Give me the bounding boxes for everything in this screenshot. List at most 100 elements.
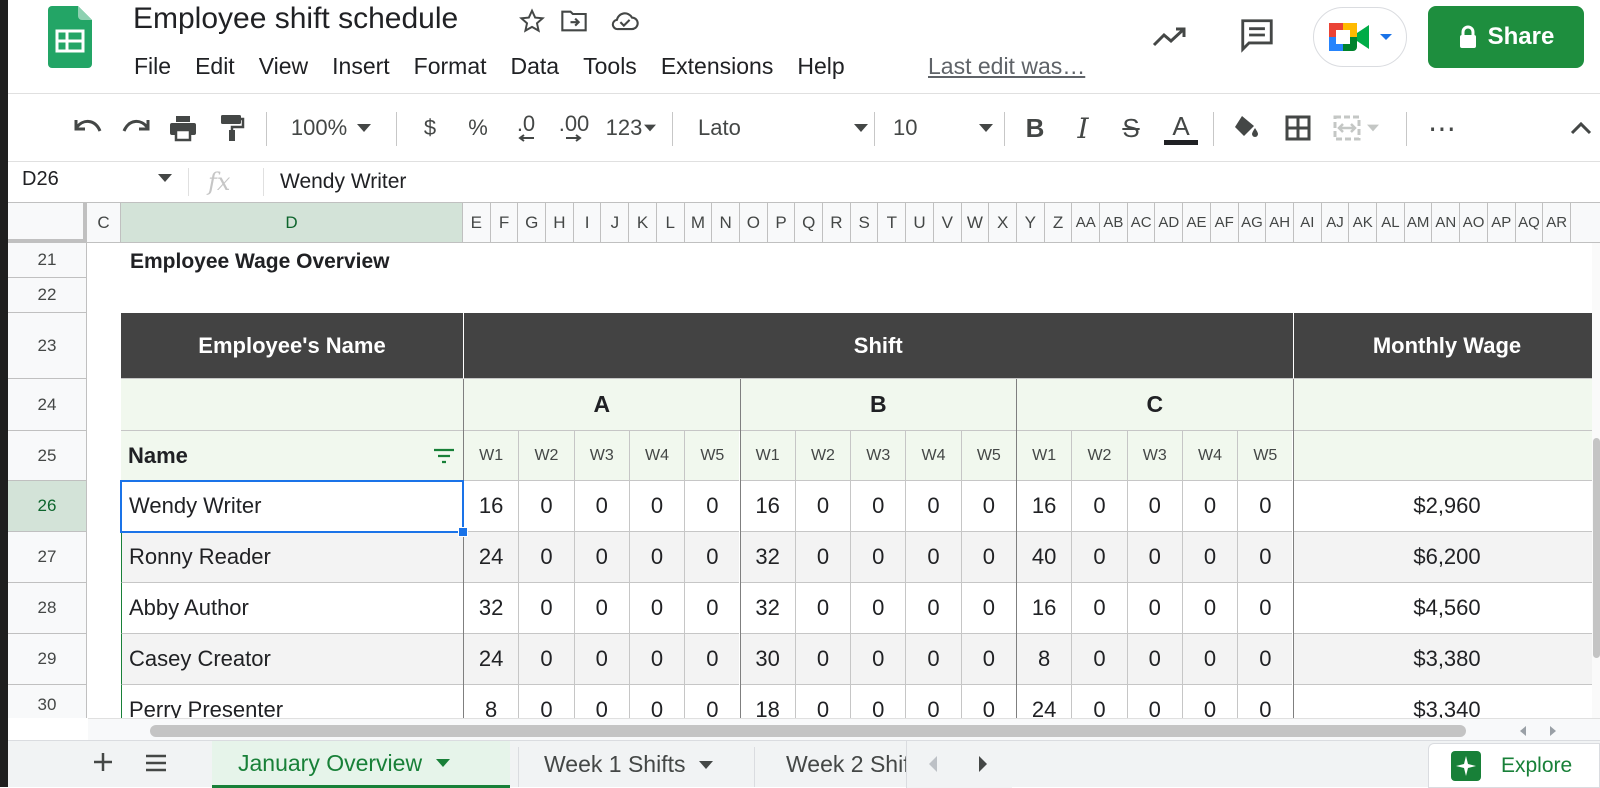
meet-button[interactable]: [1313, 7, 1407, 67]
hours-cell[interactable]: 16: [463, 481, 519, 532]
menu-edit[interactable]: Edit: [183, 48, 247, 84]
hours-cell[interactable]: 0: [1071, 532, 1127, 583]
employee-name-cell[interactable]: Ronny Reader: [121, 532, 463, 583]
hours-cell[interactable]: 0: [1126, 481, 1182, 532]
all-sheets-icon[interactable]: [144, 752, 168, 779]
star-icon[interactable]: [515, 4, 549, 38]
hours-cell[interactable]: 0: [1237, 532, 1293, 583]
hours-cell[interactable]: 0: [794, 532, 851, 583]
week-header-b-w5[interactable]: W5: [960, 431, 1016, 481]
row-header-28[interactable]: 28: [8, 583, 86, 634]
fill-color-icon[interactable]: [1224, 106, 1268, 150]
sheet-tab-week-1[interactable]: Week 1 Shifts: [518, 741, 748, 788]
vertical-scroll-thumb[interactable]: [1593, 438, 1600, 658]
hours-cell[interactable]: 0: [1237, 685, 1292, 718]
formula-input[interactable]: Wendy Writer: [280, 162, 406, 202]
column-header-c[interactable]: C: [87, 203, 121, 242]
menu-data[interactable]: Data: [499, 48, 572, 84]
hours-cell[interactable]: 0: [1237, 481, 1293, 532]
hours-cell[interactable]: 0: [850, 685, 905, 718]
hours-cell[interactable]: 0: [684, 634, 740, 685]
filter-icon[interactable]: [433, 448, 455, 464]
hours-cell[interactable]: 0: [684, 583, 740, 634]
hours-cell[interactable]: 0: [1071, 583, 1127, 634]
activity-trend-icon[interactable]: [1148, 15, 1192, 59]
row-header-22[interactable]: 22: [8, 278, 86, 313]
shift-group-c[interactable]: C: [1016, 379, 1293, 431]
hours-cell[interactable]: 8: [463, 685, 518, 718]
hours-cell[interactable]: 0: [794, 481, 851, 532]
number-format-select[interactable]: 123: [600, 106, 662, 150]
comments-icon[interactable]: [1235, 13, 1279, 57]
employee-name-cell[interactable]: Perry Presenter: [121, 685, 463, 718]
column-header-q[interactable]: Q: [795, 203, 824, 242]
column-header-n[interactable]: N: [712, 203, 740, 242]
hours-cell[interactable]: 24: [463, 532, 519, 583]
column-header-g[interactable]: G: [518, 203, 547, 242]
sheet-tab-week-2[interactable]: Week 2 Shifts: [760, 741, 906, 788]
tab-scroll-left-icon[interactable]: [927, 755, 939, 773]
column-header-p[interactable]: P: [768, 203, 796, 242]
hours-cell[interactable]: 0: [1181, 481, 1238, 532]
paint-format-icon[interactable]: [210, 106, 254, 150]
week-header-a-w2[interactable]: W2: [518, 431, 574, 481]
section-title[interactable]: Employee Wage Overview: [130, 243, 390, 281]
cloud-saved-icon[interactable]: [608, 4, 642, 38]
column-header-aj[interactable]: AJ: [1322, 203, 1350, 242]
hours-cell[interactable]: 0: [960, 583, 1016, 634]
percent-format-button[interactable]: %: [458, 106, 498, 150]
hours-cell[interactable]: 16: [739, 481, 795, 532]
menu-tools[interactable]: Tools: [571, 48, 649, 84]
add-sheet-icon[interactable]: [92, 751, 114, 778]
hours-cell[interactable]: 0: [1181, 634, 1238, 685]
row-header-27[interactable]: 27: [8, 532, 86, 583]
borders-icon[interactable]: [1276, 106, 1320, 150]
week-header-c-w4[interactable]: W4: [1181, 431, 1238, 481]
zoom-select[interactable]: 100%: [278, 106, 384, 150]
column-header-ap[interactable]: AP: [1488, 203, 1516, 242]
vertical-scrollbar[interactable]: [1592, 243, 1600, 718]
employee-name-cell[interactable]: Casey Creator: [121, 634, 463, 685]
monthly-wage-cell[interactable]: $3,340: [1293, 685, 1600, 718]
header-employee-name[interactable]: Employee's Name: [121, 313, 463, 379]
week-header-c-w1[interactable]: W1: [1016, 431, 1072, 481]
row-header-21[interactable]: 21: [8, 243, 86, 278]
hours-cell[interactable]: 0: [628, 532, 685, 583]
shift-group-b[interactable]: B: [739, 379, 1016, 431]
monthly-wage-cell[interactable]: $2,960: [1293, 481, 1600, 532]
explore-button[interactable]: Explore: [1428, 743, 1600, 788]
hours-cell[interactable]: 0: [960, 634, 1016, 685]
column-header-an[interactable]: AN: [1433, 203, 1461, 242]
hours-cell[interactable]: 0: [573, 634, 629, 685]
column-header-ao[interactable]: AO: [1460, 203, 1488, 242]
wage-week-blank[interactable]: [1293, 431, 1600, 481]
hours-cell[interactable]: 32: [739, 583, 795, 634]
move-folder-icon[interactable]: [557, 4, 591, 38]
name-column-header[interactable]: Name: [121, 431, 463, 481]
hours-cell[interactable]: 32: [739, 532, 795, 583]
collapse-toolbar-icon[interactable]: [1564, 106, 1598, 150]
column-header-h[interactable]: H: [546, 203, 574, 242]
hours-cell[interactable]: 0: [684, 481, 740, 532]
name-box-dropdown-icon[interactable]: [158, 174, 172, 182]
document-title[interactable]: Employee shift schedule: [133, 2, 458, 36]
hours-cell[interactable]: 0: [628, 481, 685, 532]
column-header-ah[interactable]: AH: [1266, 203, 1294, 242]
hours-cell[interactable]: 40: [1016, 532, 1072, 583]
column-header-am[interactable]: AM: [1405, 203, 1433, 242]
tab-scroll-right-icon[interactable]: [977, 755, 989, 773]
hours-cell[interactable]: 0: [850, 634, 906, 685]
sheets-logo-icon[interactable]: [48, 6, 92, 68]
week-header-a-w3[interactable]: W3: [573, 431, 629, 481]
strikethrough-button[interactable]: S: [1109, 106, 1153, 150]
hours-cell[interactable]: 18: [739, 685, 795, 718]
column-header-x[interactable]: X: [989, 203, 1017, 242]
employee-name-cell[interactable]: Abby Author: [121, 583, 463, 634]
column-header-ae[interactable]: AE: [1183, 203, 1211, 242]
hours-cell[interactable]: 0: [1071, 685, 1126, 718]
hours-cell[interactable]: 0: [1126, 532, 1182, 583]
column-header-u[interactable]: U: [906, 203, 934, 242]
hours-cell[interactable]: 0: [518, 583, 574, 634]
hours-cell[interactable]: 0: [573, 532, 629, 583]
scroll-right-icon[interactable]: [1548, 725, 1558, 737]
